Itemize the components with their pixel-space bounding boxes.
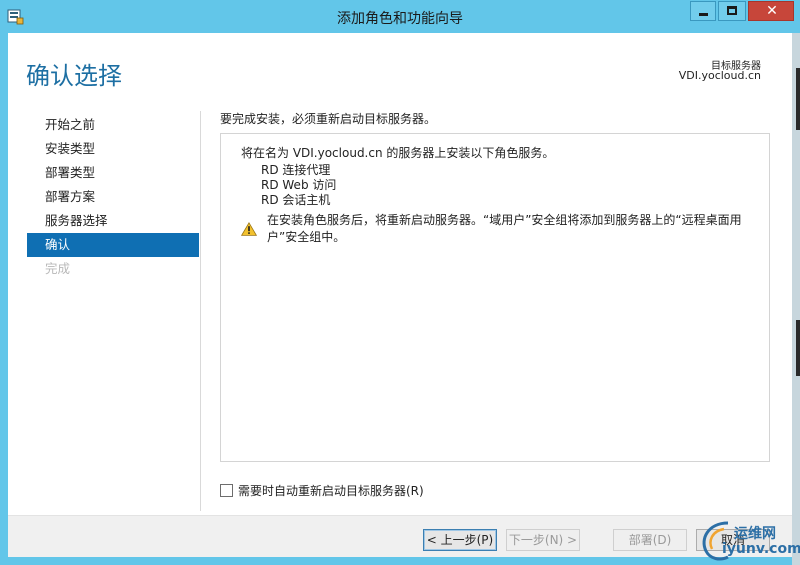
auto-restart-label[interactable]: 需要时自动重新启动目标服务器(R) <box>238 482 424 499</box>
maximize-icon <box>727 6 737 15</box>
previous-button[interactable]: < 上一步(P) <box>423 529 497 551</box>
warning-icon <box>241 222 257 236</box>
next-button[interactable]: 下一步(N) > <box>506 529 580 551</box>
restart-notice: 要完成安装，必须重新启动目标服务器。 <box>220 112 437 126</box>
nav-item-deployment-scenario[interactable]: 部署方案 <box>27 185 199 209</box>
background-window-fragment <box>796 68 800 130</box>
list-item: RD 连接代理 <box>261 163 331 177</box>
background-window-fragment <box>796 320 800 376</box>
minimize-button[interactable] <box>690 1 716 21</box>
close-icon: ✕ <box>766 3 778 19</box>
list-item: RD Web 访问 <box>261 178 337 192</box>
window-title: 添加角色和功能向导 <box>337 11 463 27</box>
minimize-icon <box>699 13 708 16</box>
watermark-url: iyunv.com <box>722 541 800 557</box>
wizard-client-area: 确认选择 目标服务器 VDI.yocloud.cn 开始之前 安装类型 部署类型… <box>8 33 792 557</box>
wizard-nav: 开始之前 安装类型 部署类型 部署方案 服务器选择 确认 完成 <box>27 113 199 281</box>
list-item: RD 会话主机 <box>261 193 331 207</box>
wizard-window: 添加角色和功能向导 ✕ 确认选择 目标服务器 VDI.yocloud.cn 开始… <box>0 0 800 565</box>
nav-divider <box>200 111 201 511</box>
destination-server-name: VDI.yocloud.cn <box>678 69 761 82</box>
nav-item-deployment-type[interactable]: 部署类型 <box>27 161 199 185</box>
deploy-button[interactable]: 部署(D) <box>613 529 687 551</box>
title-bar[interactable]: 添加角色和功能向导 ✕ <box>0 0 800 33</box>
close-button[interactable]: ✕ <box>748 1 794 21</box>
page-title: 确认选择 <box>26 62 122 90</box>
wizard-footer: < 上一步(P) 下一步(N) > 部署(D) 取消 <box>8 516 792 557</box>
nav-item-confirmation[interactable]: 确认 <box>27 233 199 257</box>
auto-restart-checkbox[interactable] <box>220 484 233 497</box>
warning-text: 在安装角色服务后，将重新启动服务器。“域用户”安全组将添加到服务器上的“远程桌面… <box>267 213 742 244</box>
maximize-button[interactable] <box>718 1 746 21</box>
role-services-list: RD 连接代理 RD Web 访问 RD 会话主机 <box>261 163 336 208</box>
nav-item-before-you-begin[interactable]: 开始之前 <box>27 113 199 137</box>
watermark-text: 运维网 <box>734 526 776 542</box>
summary-heading: 将在名为 VDI.yocloud.cn 的服务器上安装以下角色服务。 <box>241 146 555 160</box>
nav-item-installation-type[interactable]: 安装类型 <box>27 137 199 161</box>
selection-summary-box: 将在名为 VDI.yocloud.cn 的服务器上安装以下角色服务。 RD 连接… <box>220 133 770 462</box>
site-watermark: 运维网 iyunv.com <box>698 517 800 563</box>
nav-item-results: 完成 <box>45 261 71 276</box>
nav-item-server-selection[interactable]: 服务器选择 <box>27 209 199 233</box>
